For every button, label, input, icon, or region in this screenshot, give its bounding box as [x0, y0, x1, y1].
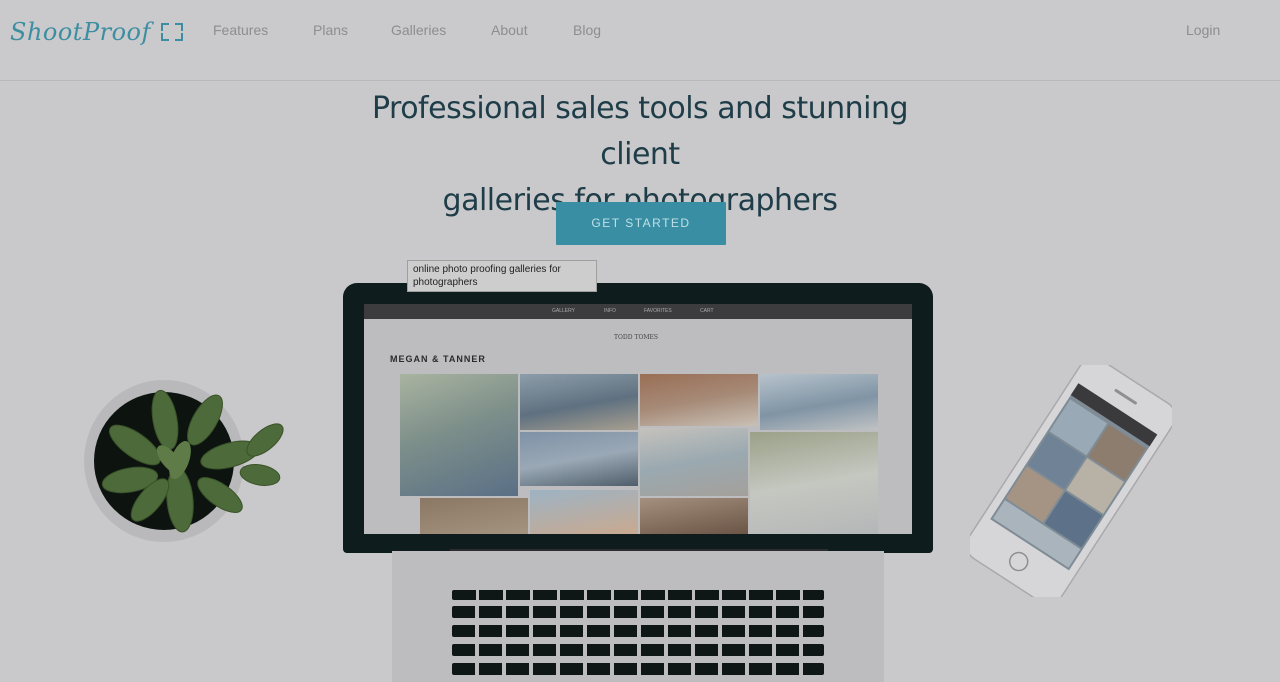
- keyboard-row: [452, 590, 824, 600]
- gallery-photo: [400, 374, 518, 496]
- hero-title-line-1: Professional sales tools and stunning cl…: [371, 91, 909, 172]
- screen-tab-favorites: FAVORITES: [644, 308, 672, 314]
- screen-brand-mark: TODD TOMES: [614, 334, 659, 341]
- gallery-photo: [530, 490, 638, 534]
- gallery-photo: [640, 428, 748, 496]
- nav-plans-link[interactable]: Plans: [313, 22, 348, 38]
- screen-tab-info: INFO: [604, 308, 616, 314]
- shootproof-logo[interactable]: ShootProof: [10, 14, 183, 50]
- gallery-photo: [760, 374, 878, 430]
- gallery-photo: [640, 374, 758, 426]
- keyboard-row: [452, 644, 824, 656]
- gallery-photo: [640, 498, 748, 534]
- keyboard-row: [452, 606, 824, 618]
- logo-frame-icon: [160, 23, 183, 41]
- smartphone-image: [965, 357, 1177, 605]
- screen-top-bar: GALLERY INFO FAVORITES CART: [364, 304, 912, 319]
- gallery-photo: [520, 374, 638, 430]
- keyboard-row: [452, 625, 824, 637]
- gallery-photo: [520, 432, 638, 486]
- login-link[interactable]: Login: [1186, 22, 1220, 38]
- screen-gallery-title: MEGAN & TANNER: [390, 354, 486, 364]
- gallery-photo: [420, 498, 528, 534]
- nav-blog-link[interactable]: Blog: [573, 22, 601, 38]
- image-alt-tooltip: online photo proofing galleries for phot…: [407, 260, 597, 292]
- screen-tab-cart: CART: [700, 308, 714, 314]
- smartphone-illustration: [965, 357, 1177, 605]
- keyboard-row: [452, 663, 824, 675]
- nav-about-link[interactable]: About: [491, 22, 528, 38]
- screen-tab-gallery: GALLERY: [552, 308, 575, 314]
- laptop-keyboard: [448, 586, 828, 682]
- nav-features-link[interactable]: Features: [213, 22, 268, 38]
- succulent-leaves: [101, 389, 284, 533]
- get-started-button[interactable]: GET STARTED: [556, 202, 726, 245]
- laptop-screen: GALLERY INFO FAVORITES CART TODD TOMES M…: [364, 304, 912, 534]
- top-navigation: ShootProof Features Plans Galleries Abou…: [0, 0, 1280, 81]
- logo-text: ShootProof: [10, 18, 151, 46]
- nav-galleries-link[interactable]: Galleries: [391, 22, 446, 38]
- gallery-photo: [750, 432, 878, 534]
